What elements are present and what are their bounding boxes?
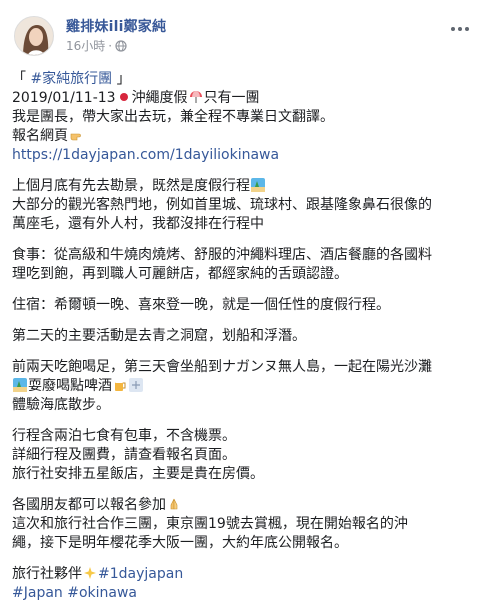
text-line: 上個月底有先去勘景，既然是度假行程 bbox=[12, 177, 474, 196]
date-range: 2019/01/11-13 bbox=[12, 90, 116, 106]
globe-icon[interactable] bbox=[115, 39, 127, 52]
post-header: 雞排妹ili鄭家純 16小時 · bbox=[14, 12, 474, 58]
hashtag-link[interactable]: #okinawa bbox=[67, 585, 137, 601]
text-line: 行程含兩泊七食有包車，不含機票。 bbox=[12, 428, 236, 444]
text-span: 各國朋友都可以報名參加 bbox=[12, 497, 166, 513]
text-line: 大部分的觀光客熱門地，例如首里城、琉球村、跟基隆象鼻石很像的 bbox=[12, 197, 432, 213]
text-line: 繩，接下是明年櫻花季大阪一團，大約年底公開報名。 bbox=[12, 535, 348, 551]
text-line: 前兩天吃飽喝足，第三天會坐船到ナガンヌ無人島，一起在陽光沙灘 bbox=[12, 359, 432, 375]
beach-icon-2 bbox=[13, 378, 27, 392]
meta-separator: · bbox=[108, 38, 113, 53]
post-body: 「 #家純旅行團 」 2019/01/11-13 沖繩度假 只有一團 我是團長，帶大… bbox=[12, 70, 474, 603]
text-span: 旅行社夥伴 bbox=[12, 566, 82, 582]
text-line: #Japan #okinawa bbox=[12, 584, 474, 603]
text-line: 萬座毛，還有外人村，我都沒排在行程中 bbox=[12, 216, 264, 232]
text-line: 旅行社夥伴 #1dayjapan bbox=[12, 565, 474, 584]
more-icon[interactable] bbox=[448, 22, 472, 36]
text-line: 第二天的主要活動是去青之洞窟，划船和浮潛。 bbox=[12, 328, 306, 344]
text-line: 體驗海底散步。 bbox=[12, 397, 110, 413]
hashtag-link[interactable]: #家純旅行團 bbox=[30, 71, 112, 87]
text-line: https://1dayjapan.com/1dayiliokinawa bbox=[12, 146, 474, 165]
post-time[interactable]: 16小時 bbox=[66, 37, 105, 54]
japan-flag-icon bbox=[119, 93, 128, 101]
beach-icon bbox=[251, 178, 265, 192]
dizzy-icon bbox=[129, 378, 143, 392]
signup-label: 報名網頁 bbox=[12, 128, 68, 144]
text-span: 上個月底有先去勘景，既然是度假行程 bbox=[12, 178, 250, 194]
text-line: 詳細行程及團費，請查看報名頁面。 bbox=[12, 447, 236, 463]
text-line: 2019/01/11-13 沖繩度假 只有一團 bbox=[12, 89, 474, 108]
umbrella-icon bbox=[189, 91, 202, 103]
hashtag-link[interactable]: #1dayjapan bbox=[98, 566, 183, 582]
text-line: 食事：從高級和牛燒肉燒烤、舒服的沖繩料理店、酒店餐廳的各國料 bbox=[12, 247, 432, 263]
text-span: 耍廢喝點啤酒 bbox=[28, 378, 112, 394]
bracket-open: 「 bbox=[12, 71, 31, 87]
text-line: 住宿：希爾頓一晚、喜來登一晚，就是一個任性的度假行程。 bbox=[12, 297, 390, 313]
pointing-finger-icon bbox=[70, 133, 81, 141]
text-line: 我是團長，帶大家出去玩，兼全程不專業日文翻譯。 bbox=[12, 109, 334, 125]
bracket-close: 」 bbox=[112, 71, 131, 87]
text-line: 旅行社安排五星飯店，主要是貴在房價。 bbox=[12, 466, 264, 482]
text-line: 各國朋友都可以報名參加 bbox=[12, 496, 474, 515]
text-line: 耍廢喝點啤酒 bbox=[12, 377, 474, 396]
text-line: 「 #家純旅行團 」 bbox=[12, 70, 474, 89]
avatar[interactable] bbox=[14, 16, 54, 56]
signup-link[interactable]: https://1dayjapan.com/1dayiliokinawa bbox=[12, 147, 279, 163]
hashtag-link[interactable]: #Japan bbox=[12, 585, 63, 601]
text-span: 只有一團 bbox=[203, 90, 260, 106]
author-name[interactable]: 雞排妹ili鄭家純 bbox=[66, 16, 166, 36]
beer-icon bbox=[115, 380, 126, 391]
facebook-post: 雞排妹ili鄭家純 16小時 · 「 #家純旅行團 」 2019/01/11-1… bbox=[0, 0, 485, 601]
post-meta: 16小時 · bbox=[66, 37, 127, 54]
trip-name: 沖繩度假 bbox=[131, 90, 188, 106]
text-line: 理吃到飽，再到職人可麗餅店，都經家純的舌頭認證。 bbox=[12, 266, 348, 282]
sparkle-icon bbox=[84, 567, 96, 579]
text-line: 這次和旅行社合作三團，東京團19號去賞楓，現在開始報名的沖 bbox=[12, 516, 408, 532]
text-line: 報名網頁 bbox=[12, 127, 474, 146]
pray-hands-icon bbox=[170, 498, 178, 510]
